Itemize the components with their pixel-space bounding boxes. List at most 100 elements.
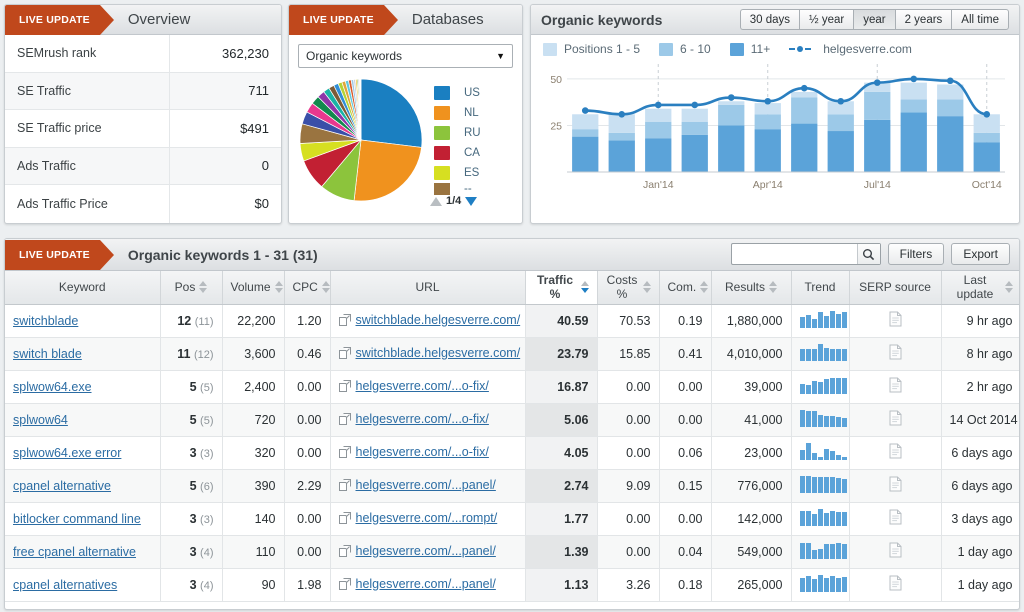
range-button-30-days[interactable]: 30 days <box>739 9 800 30</box>
bar-segment[interactable] <box>864 119 891 172</box>
keyword-link[interactable]: splwow64.exe error <box>13 446 121 460</box>
bar-segment[interactable] <box>645 138 672 172</box>
column-header-keyword[interactable]: Keyword <box>5 271 161 305</box>
export-button[interactable]: Export <box>951 243 1010 265</box>
bar-segment[interactable] <box>900 99 927 113</box>
column-header-serp-source[interactable]: SERP source <box>849 271 942 305</box>
bar-segment[interactable] <box>572 129 599 137</box>
table-row[interactable]: switch blade 11 (12) 3,600 0.46 switchbl… <box>5 337 1019 371</box>
trend-line-point[interactable] <box>800 84 808 92</box>
document-icon[interactable] <box>889 476 902 495</box>
bar-segment[interactable] <box>572 114 599 130</box>
legend-item[interactable]: CA <box>434 143 513 163</box>
search-input[interactable] <box>731 244 857 264</box>
column-header-url[interactable]: URL <box>330 271 526 305</box>
url-link[interactable]: helgesverre.com/...rompt/ <box>356 511 498 525</box>
document-icon[interactable] <box>889 311 902 330</box>
table-row[interactable]: splwow64.exe 5 (5) 2,400 0.00 helgesverr… <box>5 370 1019 404</box>
bar-segment[interactable] <box>900 112 927 172</box>
legend-item[interactable]: NL <box>434 103 513 123</box>
legend-item[interactable]: US <box>434 83 513 103</box>
trend-line-point[interactable] <box>837 97 845 105</box>
trend-line-point[interactable] <box>764 97 772 105</box>
trend-line-point[interactable] <box>581 107 589 114</box>
trend-line-point[interactable] <box>618 110 626 118</box>
column-header-cpc[interactable]: CPC <box>284 271 331 305</box>
triangle-up-icon[interactable] <box>430 196 442 206</box>
column-header-volume[interactable]: Volume <box>222 271 285 305</box>
url-link[interactable]: helgesverre.com/...panel/ <box>356 577 496 591</box>
column-header-last-update[interactable]: Last update <box>941 271 1019 305</box>
bar-segment[interactable] <box>608 132 635 141</box>
url-link[interactable]: helgesverre.com/...panel/ <box>356 478 496 492</box>
bar-segment[interactable] <box>973 132 1000 143</box>
bar-segment[interactable] <box>645 108 672 122</box>
legend-item[interactable]: -- <box>434 183 513 195</box>
search-icon[interactable] <box>856 244 880 264</box>
legend-item[interactable]: ES <box>434 163 513 183</box>
bar-segment[interactable] <box>608 140 635 172</box>
bar-segment[interactable] <box>827 114 854 132</box>
bar-segment[interactable] <box>791 97 818 124</box>
bar-segment[interactable] <box>681 108 708 122</box>
bar-segment[interactable] <box>754 129 781 172</box>
legend-item[interactable]: RU <box>434 123 513 143</box>
bar-segment[interactable] <box>718 104 745 126</box>
trend-line-point[interactable] <box>983 110 991 118</box>
bar-segment[interactable] <box>937 116 964 172</box>
filters-button[interactable]: Filters <box>887 243 945 265</box>
table-row[interactable]: cpanel alternatives 3 (4) 90 1.98 helges… <box>5 568 1019 602</box>
keyword-link[interactable]: bitlocker command line <box>13 512 141 526</box>
keyword-link[interactable]: cpanel alternative <box>13 479 111 493</box>
bar-segment[interactable] <box>754 114 781 130</box>
keyword-link[interactable]: switchblade <box>13 314 78 328</box>
bar-segment[interactable] <box>791 91 818 98</box>
url-link[interactable]: helgesverre.com/...o-fix/ <box>356 379 489 393</box>
table-row[interactable]: splwow64 5 (5) 720 0.00 helgesverre.com/… <box>5 403 1019 437</box>
bar-segment[interactable] <box>718 101 745 105</box>
column-header-trend[interactable]: Trend <box>791 271 850 305</box>
pie-slice[interactable] <box>353 139 422 202</box>
bar-segment[interactable] <box>645 121 672 139</box>
bar-segment[interactable] <box>827 131 854 172</box>
range-button-2-years[interactable]: 2 years <box>894 9 952 30</box>
bar-segment[interactable] <box>718 125 745 172</box>
trend-line-point[interactable] <box>910 75 918 83</box>
bar-segment[interactable] <box>681 121 708 135</box>
bar-segment[interactable] <box>900 82 927 100</box>
table-row[interactable]: cpanel alternative 5 (6) 390 2.29 helges… <box>5 469 1019 503</box>
bar-segment[interactable] <box>754 103 781 115</box>
url-link[interactable]: helgesverre.com/...panel/ <box>356 544 496 558</box>
document-icon[interactable] <box>889 410 902 429</box>
range-button-year[interactable]: year <box>853 9 895 30</box>
bar-segment[interactable] <box>937 84 964 100</box>
url-link[interactable]: switchblade.helgesverre.com/ <box>356 346 521 360</box>
bar-segment[interactable] <box>937 99 964 117</box>
bar-segment[interactable] <box>864 91 891 120</box>
keyword-link[interactable]: splwow64.exe <box>13 380 92 394</box>
triangle-down-icon[interactable] <box>465 196 478 206</box>
trend-line-point[interactable] <box>946 77 954 85</box>
table-row[interactable]: bitlocker command line 3 (3) 140 0.00 he… <box>5 502 1019 536</box>
trend-line-point[interactable] <box>873 79 881 86</box>
bar-segment[interactable] <box>572 136 599 172</box>
trend-line-point[interactable] <box>691 101 699 109</box>
trend-line-point[interactable] <box>727 94 735 101</box>
keyword-link[interactable]: free cpanel alternative <box>13 545 136 559</box>
range-button-half-year[interactable]: ½ year <box>799 9 854 30</box>
table-row[interactable]: splwow64.exe error 3 (3) 320 0.00 helges… <box>5 436 1019 470</box>
keyword-link[interactable]: cpanel alternatives <box>13 578 117 592</box>
range-button-all-time[interactable]: All time <box>951 9 1009 30</box>
url-link[interactable]: switchblade.helgesverre.com/ <box>356 313 521 327</box>
bar-segment[interactable] <box>791 123 818 172</box>
document-icon[interactable] <box>889 377 902 396</box>
pie-slice[interactable] <box>360 78 423 148</box>
document-icon[interactable] <box>889 344 902 363</box>
column-header-traffic-pct[interactable]: Traffic % <box>525 271 598 305</box>
keyword-link[interactable]: switch blade <box>13 347 82 361</box>
document-icon[interactable] <box>889 542 902 561</box>
document-icon[interactable] <box>889 443 902 462</box>
document-icon[interactable] <box>889 575 902 594</box>
column-header-pos[interactable]: Pos <box>160 271 223 305</box>
column-header-costs-pct[interactable]: Costs % <box>597 271 660 305</box>
